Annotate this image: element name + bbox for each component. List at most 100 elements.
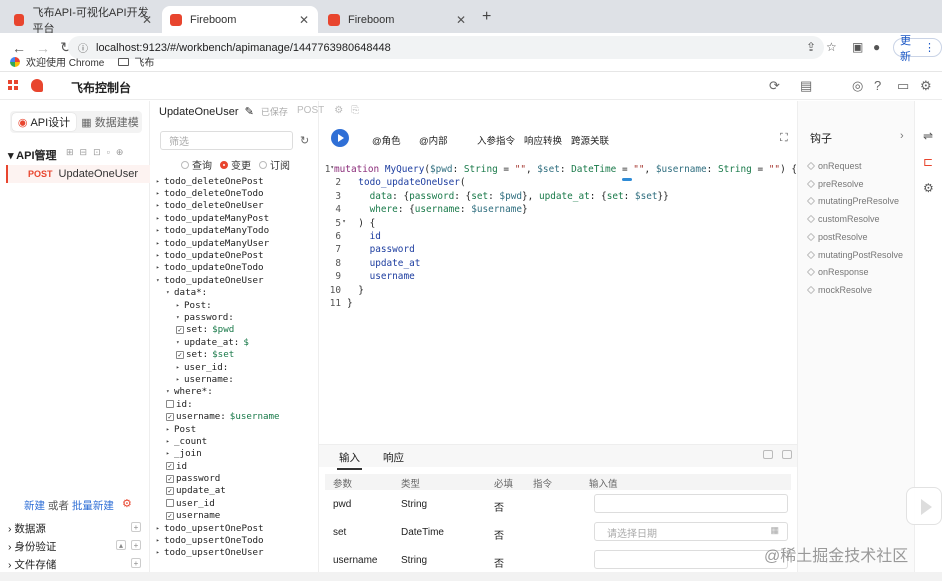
- field-checkbox[interactable]: [176, 350, 184, 359]
- tab-response[interactable]: 响应: [383, 450, 404, 465]
- tab-api-design[interactable]: ◉ API设计: [12, 113, 76, 131]
- chevron-down-icon[interactable]: ▾: [176, 314, 184, 321]
- tree-node[interactable]: ▸ todo_upsertOneUser: [150, 547, 319, 559]
- chevron-right-icon[interactable]: ▸: [156, 525, 164, 532]
- message-icon[interactable]: ▭: [897, 78, 909, 94]
- hook-item[interactable]: preResolve: [806, 179, 864, 189]
- settings-icon[interactable]: ⚙: [920, 78, 932, 94]
- flow-icon[interactable]: ⇌: [923, 129, 933, 143]
- copy-icon[interactable]: ⎘: [351, 105, 359, 116]
- chevron-right-icon[interactable]: ▸: [156, 215, 164, 222]
- field-checkbox[interactable]: [166, 412, 174, 421]
- radio-subscription[interactable]: 订阅: [259, 157, 290, 172]
- app-grid-icon[interactable]: [8, 80, 18, 90]
- radio-query[interactable]: 查询: [181, 157, 212, 172]
- role-directive-button[interactable]: @角色: [372, 133, 401, 147]
- edit-icon[interactable]: ✎: [245, 106, 254, 118]
- chevron-right-icon[interactable]: ▸: [166, 450, 174, 457]
- chevron-down-icon[interactable]: ▾: [166, 388, 174, 395]
- help-icon[interactable]: ?: [874, 78, 881, 93]
- tree-node[interactable]: ▸ todo_upsertOneTodo: [150, 534, 319, 546]
- field-checkbox[interactable]: [166, 499, 174, 508]
- play-video-button[interactable]: [906, 487, 942, 525]
- field-checkbox[interactable]: [166, 474, 174, 483]
- document-icon[interactable]: ▤: [800, 78, 812, 94]
- tree-node[interactable]: set:$pwd: [150, 324, 319, 336]
- tree-node[interactable]: ▸ Post:: [150, 299, 319, 311]
- auth-settings-icon[interactable]: ▴: [116, 540, 126, 550]
- internal-directive-button[interactable]: @内部: [419, 133, 448, 147]
- tree-node[interactable]: ▾ update_at: $: [150, 336, 319, 348]
- tree-node[interactable]: ▸ user_id:: [150, 361, 319, 373]
- hook-item[interactable]: mockResolve: [806, 285, 872, 295]
- radio-mutation[interactable]: 变更: [220, 157, 251, 172]
- chevron-right-icon[interactable]: ▸: [156, 252, 164, 259]
- cross-source-join-button[interactable]: 跨源关联: [571, 133, 609, 147]
- field-checkbox[interactable]: [166, 511, 174, 520]
- chevron-right-icon[interactable]: ▸: [156, 264, 164, 271]
- close-tab-icon[interactable]: ✕: [299, 13, 309, 27]
- chevron-right-icon[interactable]: ▸: [156, 240, 164, 247]
- chevron-right-icon[interactable]: ›: [900, 130, 904, 142]
- filter-input[interactable]: 筛选: [160, 131, 293, 150]
- tree-node[interactable]: set:$set: [150, 348, 319, 360]
- response-transform-button[interactable]: 响应转换: [524, 133, 562, 147]
- chevron-right-icon[interactable]: ▸: [156, 190, 164, 197]
- value-input[interactable]: [594, 494, 788, 513]
- tree-node[interactable]: ▸ Post: [150, 423, 319, 435]
- tree-node[interactable]: ▸ todo_updateOnePost: [150, 249, 319, 261]
- tree-node[interactable]: ▾ todo_updateOneUser: [150, 274, 319, 286]
- browser-tab-active[interactable]: Fireboom ✕: [162, 6, 318, 33]
- hook-item[interactable]: customResolve: [806, 214, 880, 224]
- chevron-right-icon[interactable]: ▸: [156, 537, 164, 544]
- section-datasource[interactable]: › 数据源: [8, 521, 46, 536]
- field-checkbox[interactable]: [166, 400, 174, 409]
- api-management-toolbar[interactable]: ⊞⊟⊡▫⊕: [66, 147, 129, 158]
- add-icon[interactable]: +: [131, 522, 141, 532]
- refresh-icon[interactable]: ↻: [300, 134, 309, 147]
- tree-node[interactable]: ▸ todo_updateOneTodo: [150, 262, 319, 274]
- browser-tab[interactable]: Fireboom ✕: [320, 6, 475, 33]
- tree-node[interactable]: ▾ data*:: [150, 287, 319, 299]
- hook-item[interactable]: mutatingPreResolve: [806, 196, 899, 206]
- tree-node[interactable]: id: [150, 460, 319, 472]
- date-picker-input[interactable]: 请选择日期 ▦: [594, 522, 788, 541]
- chevron-right-icon[interactable]: ▸: [156, 202, 164, 209]
- chevron-right-icon[interactable]: ▸: [176, 364, 184, 371]
- add-icon[interactable]: +: [131, 558, 141, 568]
- new-tab-icon[interactable]: +: [482, 8, 491, 26]
- chevron-down-icon[interactable]: ▾: [156, 277, 164, 284]
- chevron-right-icon[interactable]: ▸: [166, 426, 174, 433]
- batch-new-link[interactable]: 批量新建: [72, 500, 114, 512]
- tree-node[interactable]: ▸ todo_upsertOnePost: [150, 522, 319, 534]
- field-checkbox[interactable]: [166, 486, 174, 495]
- chevron-right-icon[interactable]: ▸: [166, 438, 174, 445]
- tree-node[interactable]: update_at: [150, 485, 319, 497]
- expand-icon[interactable]: ⛶: [780, 132, 788, 145]
- chevron-right-icon[interactable]: ▸: [156, 227, 164, 234]
- api-item-updateoneuser[interactable]: POST UpdateOneUser: [6, 165, 150, 183]
- value-input[interactable]: [594, 550, 788, 569]
- tree-node[interactable]: user_id: [150, 497, 319, 509]
- tree-node[interactable]: ▸ todo_updateManyPost: [150, 212, 319, 224]
- field-checkbox[interactable]: [166, 462, 174, 471]
- tree-node[interactable]: ▸ _join: [150, 448, 319, 460]
- graphql-code[interactable]: 1 ▾ mutation MyQuery($pwd: String = "", $s…: [319, 164, 797, 311]
- settings-icon[interactable]: ⚙: [122, 497, 132, 510]
- chevron-right-icon[interactable]: ▸: [176, 376, 184, 383]
- hook-icon[interactable]: ⊏: [923, 155, 933, 169]
- hook-item[interactable]: postResolve: [806, 232, 868, 242]
- section-storage[interactable]: › 文件存储: [8, 557, 56, 572]
- tree-node[interactable]: username: [150, 510, 319, 522]
- tree-node[interactable]: ▾ password:: [150, 311, 319, 323]
- chevron-right-icon[interactable]: ▸: [156, 178, 164, 185]
- new-link[interactable]: 新建: [24, 500, 45, 512]
- window-icon[interactable]: [763, 450, 773, 459]
- tree-node[interactable]: ▾ where*:: [150, 386, 319, 398]
- run-button[interactable]: [331, 129, 349, 147]
- tree-node[interactable]: ▸ todo_updateManyUser: [150, 237, 319, 249]
- tree-node[interactable]: username:$username: [150, 410, 319, 422]
- chevron-down-icon[interactable]: ▾: [166, 289, 174, 296]
- close-tab-icon[interactable]: ✕: [456, 13, 466, 27]
- chevron-right-icon[interactable]: ▸: [156, 549, 164, 556]
